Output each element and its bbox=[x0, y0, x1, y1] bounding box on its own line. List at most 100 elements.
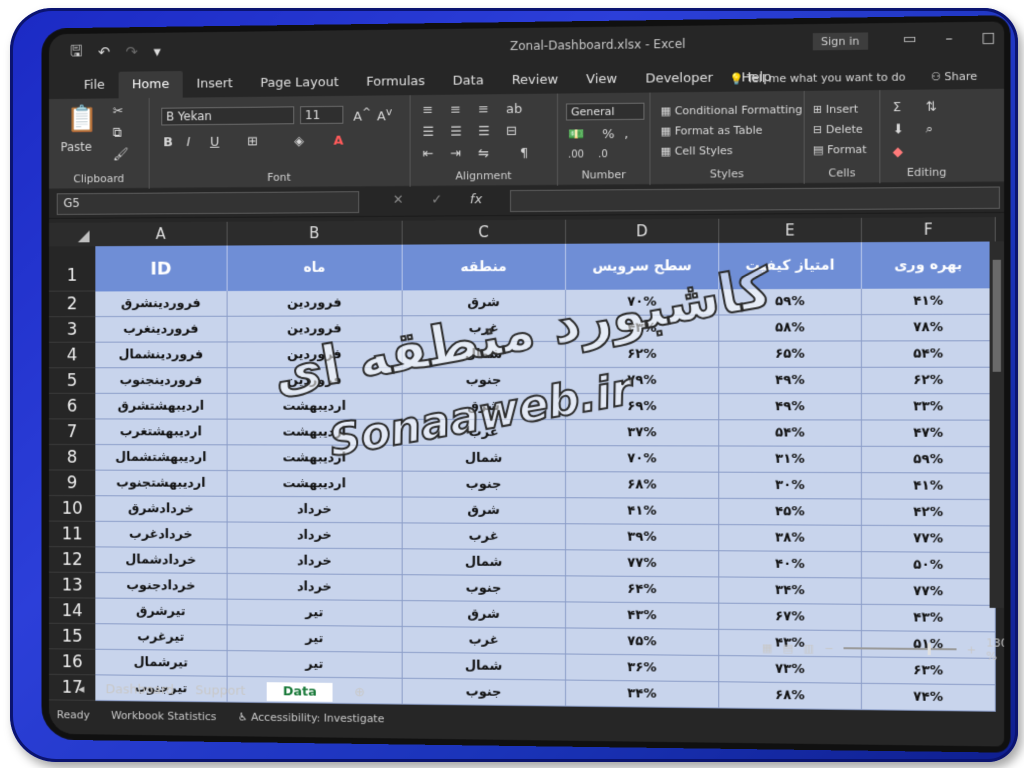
table-cell[interactable]: ۷۸% bbox=[861, 314, 996, 342]
scroll-thumb[interactable] bbox=[992, 259, 1001, 372]
tab-data[interactable]: Data bbox=[439, 73, 498, 95]
sort-filter-icon[interactable]: ⇅ bbox=[926, 100, 937, 115]
table-cell[interactable]: شرق bbox=[402, 393, 567, 421]
table-cell[interactable]: ۵۹% bbox=[719, 288, 862, 316]
tab-review[interactable]: Review bbox=[498, 72, 572, 94]
conditional-formatting-button[interactable]: ▦ Conditional Formatting bbox=[661, 103, 803, 118]
font-size-dropdown[interactable]: 11 bbox=[300, 105, 344, 125]
copy-icon[interactable]: ⧉ bbox=[113, 126, 122, 141]
table-cell[interactable]: اردیبهشتشمال bbox=[95, 445, 228, 472]
table-cell[interactable]: ۴۱% bbox=[861, 288, 996, 316]
accessibility-status[interactable]: ♿ Accessibility: Investigate bbox=[238, 710, 384, 725]
rtl-icon[interactable]: ¶ bbox=[520, 146, 528, 161]
header-month[interactable]: ماه bbox=[227, 244, 403, 292]
table-cell[interactable]: خرداد bbox=[227, 573, 403, 602]
table-cell[interactable]: خردادشمال bbox=[95, 547, 228, 574]
number-format-dropdown[interactable]: General bbox=[566, 102, 645, 121]
row-header[interactable]: 6 bbox=[48, 393, 96, 420]
table-cell[interactable]: شمال bbox=[402, 445, 567, 473]
column-header[interactable]: D bbox=[566, 218, 720, 244]
table-cell[interactable]: ۳۱% bbox=[719, 446, 862, 474]
row-header[interactable]: 2 bbox=[48, 291, 96, 318]
tab-formulas[interactable]: Formulas bbox=[352, 74, 438, 96]
zoom-out-icon[interactable]: − bbox=[824, 641, 833, 654]
column-header[interactable]: F bbox=[861, 217, 996, 243]
table-cell[interactable]: ۶۲% bbox=[861, 367, 996, 395]
format-cells-button[interactable]: ▤ Format bbox=[813, 143, 867, 157]
table-cell[interactable]: جنوب bbox=[402, 471, 567, 499]
formula-input[interactable] bbox=[510, 186, 1000, 213]
column-header[interactable]: C bbox=[402, 219, 567, 245]
table-cell[interactable]: ۳۸% bbox=[719, 525, 862, 553]
table-cell[interactable]: شرق bbox=[402, 497, 567, 525]
underline-icon[interactable]: U bbox=[210, 135, 219, 150]
table-cell[interactable]: اردیبهشت bbox=[227, 471, 403, 498]
table-cell[interactable]: اردیبهشت bbox=[227, 445, 403, 472]
table-cell[interactable]: تیر bbox=[227, 599, 403, 627]
table-cell[interactable]: غرب bbox=[402, 523, 567, 551]
zoom-in-icon[interactable]: + bbox=[966, 643, 976, 656]
column-header[interactable]: A bbox=[95, 221, 228, 247]
tab-home[interactable]: Home bbox=[118, 70, 183, 99]
name-box[interactable]: G5 bbox=[56, 191, 360, 215]
undo-icon[interactable]: ↶ bbox=[98, 43, 110, 61]
sheet-tab-data[interactable]: Data bbox=[267, 681, 333, 702]
row-header[interactable]: 11 bbox=[48, 521, 96, 548]
add-sheet-icon[interactable]: ⊕ bbox=[354, 685, 365, 700]
column-header[interactable]: E bbox=[719, 217, 862, 243]
tab-developer[interactable]: Developer bbox=[631, 71, 727, 93]
table-cell[interactable]: تیر bbox=[227, 625, 403, 653]
cancel-icon[interactable]: ✕ bbox=[393, 193, 404, 208]
table-cell[interactable]: شرق bbox=[402, 601, 567, 629]
table-cell[interactable]: ۷۰% bbox=[566, 446, 720, 473]
table-cell[interactable]: فروردین bbox=[227, 368, 403, 394]
sheet-nav-left-icon[interactable]: ◂ bbox=[78, 682, 84, 697]
table-cell[interactable]: ۶۸% bbox=[719, 682, 862, 711]
table-cell[interactable]: اردیبهشت bbox=[227, 393, 403, 420]
table-cell[interactable]: جنوب bbox=[402, 367, 567, 395]
table-cell[interactable]: تیرشرق bbox=[95, 598, 228, 626]
table-cell[interactable]: تیرغرب bbox=[95, 624, 228, 652]
table-cell[interactable]: تیر bbox=[227, 651, 403, 679]
delete-cells-button[interactable]: ⊟ Delete bbox=[813, 123, 863, 137]
sign-in-button[interactable]: Sign in bbox=[812, 32, 868, 51]
table-cell[interactable]: اردیبهشتغرب bbox=[95, 419, 228, 446]
table-cell[interactable]: ۳۹% bbox=[566, 524, 720, 552]
table-cell[interactable]: فروردینغرب bbox=[95, 316, 228, 343]
zoom-slider[interactable] bbox=[843, 642, 957, 656]
sheet-tab-support[interactable]: Support bbox=[195, 683, 245, 698]
vertical-scrollbar[interactable] bbox=[989, 241, 1005, 609]
row-header[interactable]: 1 bbox=[48, 246, 96, 292]
top-align-icon[interactable]: ≡ bbox=[422, 103, 433, 118]
borders-icon[interactable]: ⊞ bbox=[247, 134, 258, 149]
row-header[interactable]: 14 bbox=[48, 598, 96, 625]
table-cell[interactable]: ۳۶% bbox=[566, 654, 720, 683]
merge-center-icon[interactable]: ⊟ bbox=[506, 124, 517, 139]
table-cell[interactable]: فروردین bbox=[227, 290, 403, 317]
table-cell[interactable]: ۶۵% bbox=[719, 341, 862, 368]
column-header[interactable]: B bbox=[227, 220, 403, 246]
table-cell[interactable]: ۴۹% bbox=[719, 394, 862, 421]
table-cell[interactable]: شمال bbox=[402, 652, 567, 681]
increase-indent-icon[interactable]: ⇥ bbox=[450, 146, 461, 161]
italic-icon[interactable]: I bbox=[187, 135, 191, 150]
row-header[interactable]: 8 bbox=[48, 444, 96, 471]
table-cell[interactable]: ۷۹% bbox=[566, 367, 720, 395]
redo-icon[interactable]: ↷ bbox=[126, 43, 138, 61]
table-cell[interactable]: ۴۳% bbox=[566, 315, 720, 342]
row-header[interactable]: 3 bbox=[48, 317, 96, 343]
fill-icon[interactable]: ⬇ bbox=[893, 122, 904, 137]
row-header[interactable]: 15 bbox=[48, 623, 96, 650]
table-cell[interactable]: ۴۰% bbox=[719, 551, 862, 579]
row-header[interactable]: 16 bbox=[48, 649, 96, 676]
table-cell[interactable]: ۶۷% bbox=[719, 603, 862, 632]
insert-cells-button[interactable]: ⊞ Insert bbox=[813, 102, 858, 116]
format-painter-icon[interactable]: 🖌 bbox=[113, 147, 129, 162]
font-name-dropdown[interactable]: B Yekan bbox=[161, 106, 295, 126]
font-color-icon[interactable]: A bbox=[334, 134, 344, 149]
table-cell[interactable]: غرب bbox=[402, 315, 567, 343]
table-cell[interactable]: فروردینشرق bbox=[95, 291, 228, 318]
row-header[interactable]: 13 bbox=[48, 572, 96, 599]
row-header[interactable]: 12 bbox=[48, 547, 96, 573]
select-all-icon[interactable] bbox=[48, 222, 96, 247]
